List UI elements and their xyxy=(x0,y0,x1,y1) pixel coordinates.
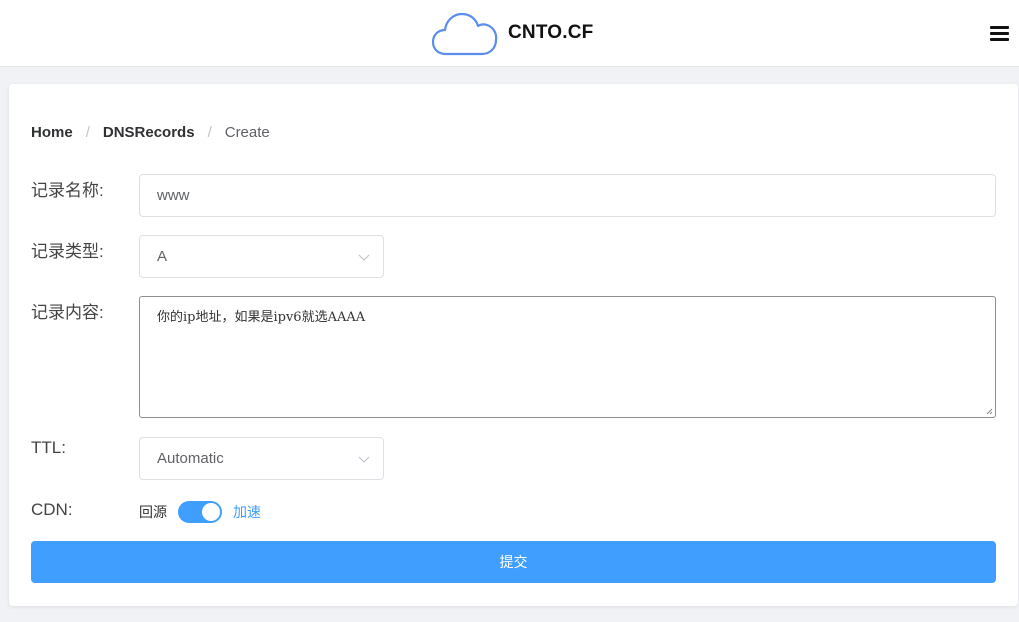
breadcrumb: Home / DNSRecords / Create xyxy=(31,122,270,142)
cdn-accelerate-text[interactable]: 加速 xyxy=(233,502,261,522)
breadcrumb-separator: / xyxy=(85,123,90,141)
cdn-toggle[interactable] xyxy=(178,501,222,523)
cdn-label: CDN: xyxy=(31,500,73,519)
record-name-value: www xyxy=(157,187,190,204)
chevron-down-icon xyxy=(358,254,370,261)
top-bar: CNTO.CF xyxy=(0,0,1019,67)
cdn-origin-text[interactable]: 回源 xyxy=(139,502,167,522)
record-name-label: 记录名称: xyxy=(31,181,104,200)
record-type-label: 记录类型: xyxy=(31,242,104,261)
brand[interactable]: CNTO.CF xyxy=(432,10,594,56)
ttl-value: Automatic xyxy=(157,450,224,467)
submit-button[interactable]: 提交 xyxy=(31,541,996,583)
breadcrumb-home[interactable]: Home xyxy=(31,124,73,141)
ttl-select[interactable]: Automatic xyxy=(139,437,384,480)
chevron-down-icon xyxy=(358,456,370,463)
cdn-switch-row: 回源 加速 xyxy=(139,500,261,524)
brand-name: CNTO.CF xyxy=(508,22,594,43)
resize-grip-icon[interactable] xyxy=(986,408,993,415)
record-name-input[interactable]: www xyxy=(139,174,996,217)
toggle-knob xyxy=(202,503,220,521)
breadcrumb-dnsrecords[interactable]: DNSRecords xyxy=(103,124,195,141)
cloud-icon xyxy=(432,12,498,56)
record-content-textarea[interactable]: 你的ip地址，如果是ipv6就选AAAA xyxy=(139,296,996,418)
record-type-value: A xyxy=(157,248,168,265)
breadcrumb-separator: / xyxy=(207,123,212,141)
record-content-value: 你的ip地址，如果是ipv6就选AAAA xyxy=(157,310,366,325)
hamburger-menu-icon[interactable] xyxy=(989,22,1011,44)
record-type-select[interactable]: A xyxy=(139,235,384,278)
ttl-label: TTL: xyxy=(31,438,66,457)
record-content-label: 记录内容: xyxy=(31,303,104,322)
form-card: Home / DNSRecords / Create 记录名称: www 记录类… xyxy=(9,84,1018,606)
breadcrumb-current: Create xyxy=(224,123,270,141)
